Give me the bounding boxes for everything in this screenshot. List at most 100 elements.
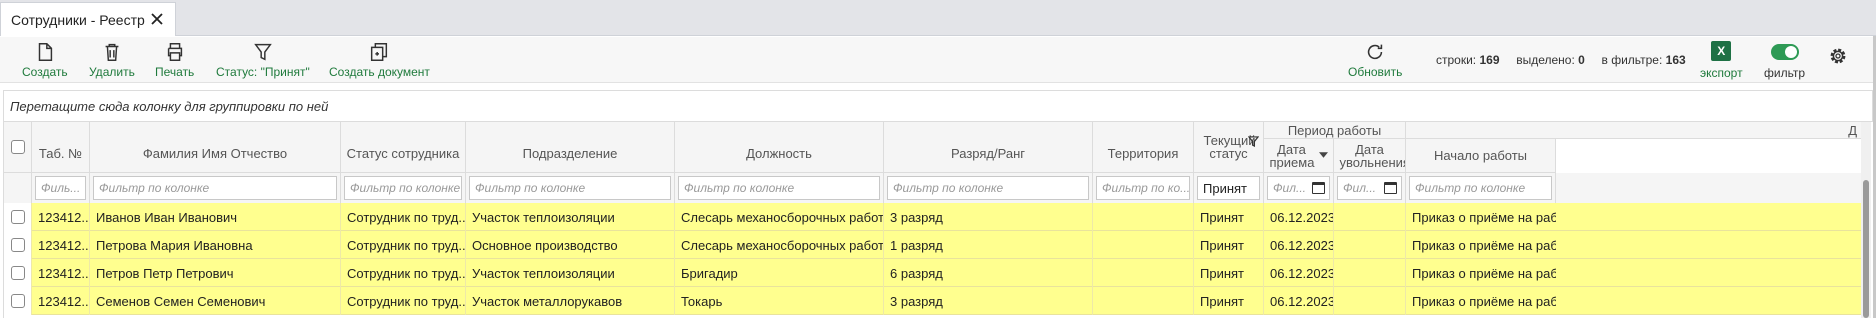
cell-rank: 6 разряд	[884, 259, 1093, 287]
filtered-count-value: 163	[1665, 53, 1686, 67]
header-hire-date[interactable]: Дата приема	[1264, 139, 1334, 173]
filter-position-input[interactable]: Фильтр по колонке	[678, 176, 880, 200]
row-checkbox[interactable]	[10, 238, 25, 252]
group-by-drop-zone[interactable]: Перетащите сюда колонку для группировки …	[3, 90, 1873, 122]
cell-start-work: Приказ о приёме на работу	[1412, 237, 1556, 253]
cell-rank: 3 разряд	[884, 287, 1093, 315]
cell-territory	[1093, 259, 1194, 287]
cell-hire-date: 06.12.2023	[1264, 203, 1334, 231]
table-row[interactable]: 123412... Петров Петр Петрович Сотрудник…	[4, 259, 1862, 287]
filter-hire-date: Фил...	[1264, 173, 1334, 203]
header-tab-no[interactable]: Таб. №	[32, 122, 90, 173]
filter-territory: Фильтр по ко...	[1093, 173, 1194, 203]
header-fire-date[interactable]: Дата увольнения	[1334, 139, 1406, 173]
cell-current-status: Принят	[1194, 231, 1264, 259]
filter-status-input[interactable]: Фильтр по колонке	[344, 176, 462, 200]
filter-rank: Фильтр по колонке	[884, 173, 1093, 203]
cell-department: Участок теплоизоляции	[466, 203, 675, 231]
row-checkbox[interactable]	[10, 294, 25, 308]
header-department[interactable]: Подразделение	[466, 122, 675, 173]
toggle-switch-icon	[1770, 44, 1799, 60]
refresh-icon	[1367, 44, 1383, 60]
cell-fio: Петрова Мария Ивановна	[90, 231, 341, 259]
filter-toggle[interactable]: фильтр	[1764, 41, 1805, 81]
create-button[interactable]: Создать	[22, 41, 68, 81]
sort-desc-icon	[1319, 152, 1328, 158]
header-position[interactable]: Должность	[675, 122, 884, 173]
tab-employees-registry[interactable]: Сотрудники - Реестр	[0, 2, 176, 36]
header-territory[interactable]: Территория	[1093, 122, 1194, 173]
filter-rank-input[interactable]: Фильтр по колонке	[887, 176, 1089, 200]
header-current-status[interactable]: Текущий статус	[1194, 122, 1264, 173]
header-start-work[interactable]: Начало работы	[1406, 139, 1556, 173]
filter-cell-empty	[4, 173, 32, 203]
row-select	[4, 259, 32, 287]
filter-start-work: Фильтр по колонке	[1406, 173, 1556, 203]
cell-hire-date: 06.12.2023	[1264, 231, 1334, 259]
selected-count-value: 0	[1578, 53, 1585, 67]
cell-current-status: Принят	[1194, 259, 1264, 287]
header-select-all	[4, 122, 32, 173]
calendar-icon[interactable]	[1312, 182, 1325, 194]
status-filter-button[interactable]: Статус: "Принят"	[216, 41, 310, 81]
gear-icon	[1830, 48, 1846, 64]
employees-grid: Таб. № Фамилия Имя Отчество Статус сотру…	[3, 122, 1871, 318]
filter-territory-input[interactable]: Фильтр по ко...	[1096, 176, 1190, 200]
refresh-button[interactable]: Обновить	[1348, 41, 1402, 81]
cell-current-status: Принят	[1194, 287, 1264, 315]
settings-button[interactable]	[1827, 45, 1849, 85]
filtered-count-label: в фильтре:	[1601, 53, 1663, 67]
header-fio[interactable]: Фамилия Имя Отчество	[90, 122, 341, 173]
filter-fio-input[interactable]: Фильтр по колонке	[93, 176, 337, 200]
cell-tab-no: 123412...	[32, 259, 90, 287]
toolbar: Создать Удалить Печать Статус: "Принят" …	[0, 37, 1876, 83]
cell-tab-no: 123412...	[32, 203, 90, 231]
export-button[interactable]: X экспорт	[1700, 41, 1743, 81]
cell-current-status: Принят	[1194, 203, 1264, 231]
scrollbar-thumb[interactable]	[1863, 180, 1869, 318]
cell-tab-no: 123412...	[32, 287, 90, 315]
cell-fio: Семенов Семен Семенович	[90, 287, 341, 315]
table-row[interactable]: 123412... Иванов Иван Иванович Сотрудник…	[4, 203, 1862, 231]
funnel-icon[interactable]	[1248, 136, 1259, 147]
printer-icon	[167, 43, 182, 61]
filter-current-status-input[interactable]: Принят	[1197, 176, 1260, 200]
print-button[interactable]: Печать	[155, 41, 194, 81]
create-document-button[interactable]: Создать документ	[329, 41, 430, 81]
cell-status: Сотрудник по труд...	[341, 259, 466, 287]
select-all-checkbox[interactable]	[10, 140, 25, 154]
header-employee-status[interactable]: Статус сотрудника	[341, 122, 466, 173]
cell-rank: 3 разряд	[884, 203, 1093, 231]
filter-tab-no: Филь...	[32, 173, 90, 203]
tab-title: Сотрудники - Реестр	[11, 11, 145, 28]
close-icon[interactable]	[149, 11, 165, 27]
row-checkbox[interactable]	[10, 266, 25, 280]
filter-status: Фильтр по колонке	[341, 173, 466, 203]
filter-tab-no-input[interactable]: Филь...	[35, 176, 86, 200]
delete-button[interactable]: Удалить	[89, 41, 135, 81]
cell-status: Сотрудник по труд...	[341, 287, 466, 315]
row-checkbox[interactable]	[10, 210, 25, 224]
funnel-icon	[254, 43, 272, 61]
header-rank[interactable]: Разряд/Ранг	[884, 122, 1093, 173]
row-select	[4, 231, 32, 259]
table-row[interactable]: 123412... Семенов Семен Семенович Сотруд…	[4, 287, 1862, 315]
calendar-icon[interactable]	[1384, 182, 1397, 194]
cell-fire-date	[1334, 287, 1406, 315]
cell-hire-date: 06.12.2023	[1264, 259, 1334, 287]
cell-position: Слесарь механосборочных работ	[675, 203, 884, 231]
row-select	[4, 287, 32, 315]
vertical-scrollbar[interactable]	[1861, 122, 1871, 318]
cell-department: Участок металлорукавов	[466, 287, 675, 315]
cell-territory	[1093, 203, 1194, 231]
table-row[interactable]: 123412... Петрова Мария Ивановна Сотрудн…	[4, 231, 1862, 259]
cell-start-work: Приказ о приёме на работу	[1412, 265, 1556, 281]
cell-fio: Иванов Иван Иванович	[90, 203, 341, 231]
document-icon	[38, 43, 52, 61]
filter-start-work-input[interactable]: Фильтр по колонке	[1409, 176, 1552, 200]
rows-count-value: 169	[1479, 53, 1500, 67]
group-by-hint: Перетащите сюда колонку для группировки …	[10, 98, 329, 114]
cell-department: Участок теплоизоляции	[466, 259, 675, 287]
row-select	[4, 203, 32, 231]
filter-department-input[interactable]: Фильтр по колонке	[469, 176, 671, 200]
